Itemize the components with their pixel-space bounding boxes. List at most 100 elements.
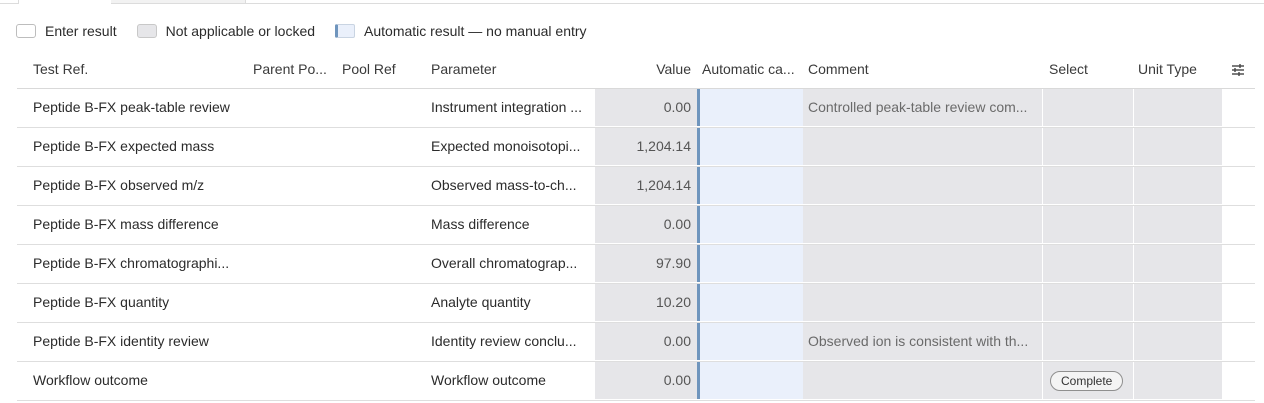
cell-parameter: Overall chromatograp... (431, 255, 578, 271)
grid-body: Peptide B-FX peak-table review Instrument… (17, 89, 1255, 401)
cell-automatic (697, 206, 803, 243)
cell-select[interactable] (1042, 245, 1133, 282)
grid-header: Test Ref. Parent Po... Pool Ref Paramete… (17, 50, 1255, 89)
table-row[interactable]: Peptide B-FX chromatographi... Overall ch… (17, 245, 1255, 284)
cell-select[interactable] (1042, 206, 1133, 243)
cell-value: 1,204.14 (595, 167, 697, 204)
cell-comment[interactable] (803, 128, 1042, 165)
cell-parameter: Mass difference (431, 216, 530, 232)
table-row[interactable]: Peptide B-FX mass difference Mass differe… (17, 206, 1255, 245)
cell-test-ref: Peptide B-FX quantity (33, 294, 170, 310)
cell-pool-ref (334, 167, 423, 204)
cell-menu (1222, 362, 1255, 399)
cell-menu (1222, 128, 1255, 165)
column-header-parent[interactable]: Parent Po... (253, 50, 329, 88)
cell-comment[interactable] (803, 206, 1042, 243)
cell-test-ref: Peptide B-FX peak-table review (33, 99, 230, 115)
cell-automatic (697, 128, 803, 165)
cell-parameter: Analyte quantity (431, 294, 531, 310)
column-header-select[interactable]: Select (1049, 50, 1129, 88)
cell-comment[interactable]: Observed ion is consistent with th... (803, 323, 1042, 360)
column-header-comment[interactable]: Comment (808, 50, 1008, 88)
cell-select[interactable] (1042, 323, 1133, 360)
cell-test-ref: Peptide B-FX expected mass (33, 138, 215, 154)
cell-test-ref: Workflow outcome (33, 372, 148, 388)
cell-select[interactable]: Complete (1042, 362, 1133, 399)
cell-pool-ref (334, 245, 423, 282)
results-grid: Test Ref. Parent Po... Pool Ref Paramete… (17, 50, 1255, 401)
table-row[interactable]: Peptide B-FX expected mass Expected monoi… (17, 128, 1255, 167)
legend-label: Automatic result — no manual entry (364, 23, 587, 39)
legend-item-automatic: Automatic result — no manual entry (335, 23, 587, 39)
cell-pool-ref (334, 128, 423, 165)
tab-active[interactable] (18, 0, 112, 4)
column-header-test-ref[interactable]: Test Ref. (33, 50, 233, 88)
cell-parent (245, 245, 334, 282)
table-row[interactable]: Peptide B-FX quantity Analyte quantity 10.… (17, 284, 1255, 323)
column-header-parameter[interactable]: Parameter (431, 50, 591, 88)
cell-parent (245, 323, 334, 360)
table-row[interactable]: Peptide B-FX observed m/z Observed mass-t… (17, 167, 1255, 206)
legend-item-enter: Enter result (16, 23, 117, 39)
cell-unit-type (1133, 89, 1222, 126)
cell-comment[interactable] (803, 245, 1042, 282)
cell-value: 10.20 (595, 284, 697, 321)
cell-select[interactable] (1042, 128, 1133, 165)
cell-menu (1222, 323, 1255, 360)
cell-unit-type (1133, 245, 1222, 282)
cell-test-ref: Peptide B-FX mass difference (33, 216, 219, 232)
cell-parent (245, 167, 334, 204)
cell-menu (1222, 245, 1255, 282)
cell-automatic (697, 323, 803, 360)
cell-automatic (697, 89, 803, 126)
cell-parameter: Identity review conclu... (431, 333, 577, 349)
cell-pool-ref (334, 323, 423, 360)
status-pill-button[interactable]: Complete (1050, 371, 1124, 391)
sliders-icon[interactable] (1227, 50, 1249, 88)
table-row[interactable]: Workflow outcome Workflow outcome 0.00 Comp… (17, 362, 1255, 401)
cell-automatic (697, 167, 803, 204)
cell-unit-type (1133, 206, 1222, 243)
cell-value: 0.00 (595, 323, 697, 360)
cell-comment[interactable] (803, 362, 1042, 399)
legend-label: Not applicable or locked (165, 23, 316, 39)
cell-parameter: Observed mass-to-ch... (431, 177, 577, 193)
tab-inactive[interactable] (111, 0, 246, 3)
cell-pool-ref (334, 362, 423, 399)
legend-swatch-enter (16, 24, 36, 38)
cell-parameter: Expected monoisotopi... (431, 138, 581, 154)
cell-comment[interactable] (803, 167, 1042, 204)
cell-test-ref: Peptide B-FX chromatographi... (33, 255, 230, 271)
column-header-unit-type[interactable]: Unit Type (1138, 50, 1218, 88)
cell-comment[interactable] (803, 284, 1042, 321)
cell-parent (245, 206, 334, 243)
cell-test-ref: Peptide B-FX observed m/z (33, 177, 205, 193)
table-row[interactable]: Peptide B-FX peak-table review Instrument… (17, 89, 1255, 128)
cell-menu (1222, 284, 1255, 321)
column-header-value[interactable]: Value (595, 50, 691, 88)
cell-parent (245, 128, 334, 165)
cell-menu (1222, 167, 1255, 204)
table-row[interactable]: Peptide B-FX identity review Identity rev… (17, 323, 1255, 362)
cell-automatic (697, 284, 803, 321)
cell-unit-type (1133, 128, 1222, 165)
cell-unit-type (1133, 167, 1222, 204)
cell-parent (245, 284, 334, 321)
legend-swatch-automatic (335, 24, 356, 38)
cell-menu (1222, 89, 1255, 126)
cell-value: 1,204.14 (595, 128, 697, 165)
cell-value: 0.00 (595, 89, 697, 126)
cell-automatic (697, 245, 803, 282)
column-header-pool-ref[interactable]: Pool Ref (342, 50, 418, 88)
legend: Enter result Not applicable or locked Au… (16, 21, 607, 41)
cell-parent (245, 89, 334, 126)
cell-select[interactable] (1042, 284, 1133, 321)
cell-select[interactable] (1042, 89, 1133, 126)
column-header-automatic[interactable]: Automatic ca... (702, 50, 800, 88)
cell-test-ref: Peptide B-FX identity review (33, 333, 209, 349)
cell-comment[interactable]: Controlled peak-table review com... (803, 89, 1042, 126)
cell-unit-type (1133, 323, 1222, 360)
cell-unit-type (1133, 284, 1222, 321)
cell-value: 0.00 (595, 362, 697, 399)
cell-select[interactable] (1042, 167, 1133, 204)
